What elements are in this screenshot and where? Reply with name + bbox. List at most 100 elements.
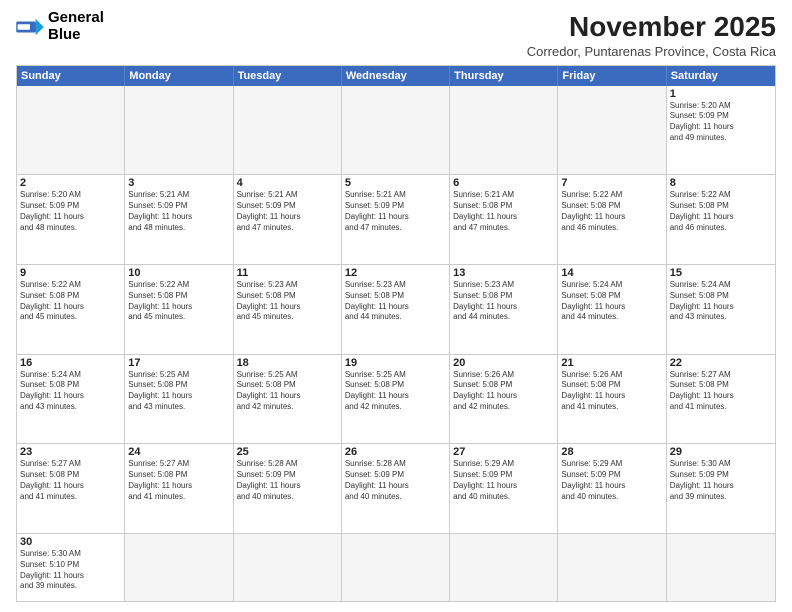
day-number: 2: [20, 177, 121, 189]
calendar-cell: 25Sunrise: 5:28 AM Sunset: 5:09 PM Dayli…: [234, 444, 342, 533]
calendar-cell: 27Sunrise: 5:29 AM Sunset: 5:09 PM Dayli…: [450, 444, 558, 533]
calendar: Sunday Monday Tuesday Wednesday Thursday…: [16, 65, 776, 602]
calendar-week-2: 2Sunrise: 5:20 AM Sunset: 5:09 PM Daylig…: [17, 174, 775, 264]
calendar-cell-empty: [125, 534, 233, 601]
day-info: Sunrise: 5:23 AM Sunset: 5:08 PM Dayligh…: [453, 280, 554, 323]
calendar-cell: 9Sunrise: 5:22 AM Sunset: 5:08 PM Daylig…: [17, 265, 125, 354]
header-monday: Monday: [125, 66, 233, 86]
day-info: Sunrise: 5:24 AM Sunset: 5:08 PM Dayligh…: [561, 280, 662, 323]
day-number: 10: [128, 267, 229, 279]
day-info: Sunrise: 5:29 AM Sunset: 5:09 PM Dayligh…: [453, 459, 554, 502]
day-info: Sunrise: 5:23 AM Sunset: 5:08 PM Dayligh…: [237, 280, 338, 323]
day-number: 26: [345, 446, 446, 458]
day-number: 1: [670, 88, 772, 100]
calendar-cell: 6Sunrise: 5:21 AM Sunset: 5:08 PM Daylig…: [450, 175, 558, 264]
calendar-cell-30: 30Sunrise: 5:30 AM Sunset: 5:10 PM Dayli…: [17, 534, 125, 601]
calendar-cell: 7Sunrise: 5:22 AM Sunset: 5:08 PM Daylig…: [558, 175, 666, 264]
header-tuesday: Tuesday: [234, 66, 342, 86]
header: General Blue November 2025 Corredor, Pun…: [16, 10, 776, 59]
day-info: Sunrise: 5:22 AM Sunset: 5:08 PM Dayligh…: [20, 280, 121, 323]
calendar-cell-empty: [667, 534, 775, 601]
day-info: Sunrise: 5:22 AM Sunset: 5:08 PM Dayligh…: [561, 190, 662, 233]
calendar-week-5: 23Sunrise: 5:27 AM Sunset: 5:08 PM Dayli…: [17, 443, 775, 533]
day-info: Sunrise: 5:20 AM Sunset: 5:09 PM Dayligh…: [20, 190, 121, 233]
logo-blue: Blue: [48, 26, 81, 43]
day-number: 28: [561, 446, 662, 458]
calendar-cell: 3Sunrise: 5:21 AM Sunset: 5:09 PM Daylig…: [125, 175, 233, 264]
day-number: 21: [561, 357, 662, 369]
day-number: 27: [453, 446, 554, 458]
day-info: Sunrise: 5:21 AM Sunset: 5:09 PM Dayligh…: [128, 190, 229, 233]
day-number: 11: [237, 267, 338, 279]
day-info: Sunrise: 5:27 AM Sunset: 5:08 PM Dayligh…: [20, 459, 121, 502]
calendar-body: 1Sunrise: 5:20 AM Sunset: 5:09 PM Daylig…: [17, 86, 775, 601]
day-info: Sunrise: 5:25 AM Sunset: 5:08 PM Dayligh…: [128, 370, 229, 413]
day-number: 20: [453, 357, 554, 369]
day-info: Sunrise: 5:28 AM Sunset: 5:09 PM Dayligh…: [345, 459, 446, 502]
logo-general: General: [48, 9, 104, 26]
day-info: Sunrise: 5:26 AM Sunset: 5:08 PM Dayligh…: [453, 370, 554, 413]
calendar-cell: 8Sunrise: 5:22 AM Sunset: 5:08 PM Daylig…: [667, 175, 775, 264]
calendar-week-6: 30Sunrise: 5:30 AM Sunset: 5:10 PM Dayli…: [17, 533, 775, 601]
day-info: Sunrise: 5:20 AM Sunset: 5:09 PM Dayligh…: [670, 101, 772, 144]
calendar-cell: 19Sunrise: 5:25 AM Sunset: 5:08 PM Dayli…: [342, 355, 450, 444]
location-subtitle: Corredor, Puntarenas Province, Costa Ric…: [527, 44, 776, 59]
day-number: 16: [20, 357, 121, 369]
calendar-week-1: 1Sunrise: 5:20 AM Sunset: 5:09 PM Daylig…: [17, 86, 775, 175]
day-info: Sunrise: 5:22 AM Sunset: 5:08 PM Dayligh…: [128, 280, 229, 323]
logo: General Blue: [16, 10, 104, 43]
day-info: Sunrise: 5:29 AM Sunset: 5:09 PM Dayligh…: [561, 459, 662, 502]
calendar-cell: 17Sunrise: 5:25 AM Sunset: 5:08 PM Dayli…: [125, 355, 233, 444]
day-info: Sunrise: 5:28 AM Sunset: 5:09 PM Dayligh…: [237, 459, 338, 502]
day-number: 25: [237, 446, 338, 458]
day-number: 19: [345, 357, 446, 369]
calendar-cell-empty: [558, 534, 666, 601]
day-info: Sunrise: 5:25 AM Sunset: 5:08 PM Dayligh…: [237, 370, 338, 413]
month-title: November 2025: [527, 10, 776, 44]
calendar-cell: [450, 86, 558, 175]
day-number: 29: [670, 446, 772, 458]
calendar-cell: 18Sunrise: 5:25 AM Sunset: 5:08 PM Dayli…: [234, 355, 342, 444]
day-info: Sunrise: 5:23 AM Sunset: 5:08 PM Dayligh…: [345, 280, 446, 323]
day-number: 22: [670, 357, 772, 369]
calendar-cell: 12Sunrise: 5:23 AM Sunset: 5:08 PM Dayli…: [342, 265, 450, 354]
day-info: Sunrise: 5:21 AM Sunset: 5:08 PM Dayligh…: [453, 190, 554, 233]
calendar-cell: [125, 86, 233, 175]
calendar-cell: [234, 86, 342, 175]
calendar-cell: 14Sunrise: 5:24 AM Sunset: 5:08 PM Dayli…: [558, 265, 666, 354]
calendar-cell: 20Sunrise: 5:26 AM Sunset: 5:08 PM Dayli…: [450, 355, 558, 444]
day-number: 6: [453, 177, 554, 189]
day-info: Sunrise: 5:27 AM Sunset: 5:08 PM Dayligh…: [670, 370, 772, 413]
day-number: 8: [670, 177, 772, 189]
calendar-cell-empty: [450, 534, 558, 601]
calendar-cell: 22Sunrise: 5:27 AM Sunset: 5:08 PM Dayli…: [667, 355, 775, 444]
day-info: Sunrise: 5:21 AM Sunset: 5:09 PM Dayligh…: [345, 190, 446, 233]
day-number: 23: [20, 446, 121, 458]
day-info: Sunrise: 5:30 AM Sunset: 5:10 PM Dayligh…: [20, 549, 121, 592]
day-info: Sunrise: 5:27 AM Sunset: 5:08 PM Dayligh…: [128, 459, 229, 502]
calendar-cell: 29Sunrise: 5:30 AM Sunset: 5:09 PM Dayli…: [667, 444, 775, 533]
day-number: 3: [128, 177, 229, 189]
title-block: November 2025 Corredor, Puntarenas Provi…: [527, 10, 776, 59]
calendar-cell: 10Sunrise: 5:22 AM Sunset: 5:08 PM Dayli…: [125, 265, 233, 354]
day-info: Sunrise: 5:22 AM Sunset: 5:08 PM Dayligh…: [670, 190, 772, 233]
day-number: 18: [237, 357, 338, 369]
day-number: 9: [20, 267, 121, 279]
calendar-cell: 2Sunrise: 5:20 AM Sunset: 5:09 PM Daylig…: [17, 175, 125, 264]
calendar-cell-empty: [342, 534, 450, 601]
calendar-header: Sunday Monday Tuesday Wednesday Thursday…: [17, 66, 775, 86]
day-number: 4: [237, 177, 338, 189]
day-number: 12: [345, 267, 446, 279]
calendar-cell-empty: [234, 534, 342, 601]
day-info: Sunrise: 5:24 AM Sunset: 5:08 PM Dayligh…: [670, 280, 772, 323]
calendar-cell: 11Sunrise: 5:23 AM Sunset: 5:08 PM Dayli…: [234, 265, 342, 354]
day-info: Sunrise: 5:24 AM Sunset: 5:08 PM Dayligh…: [20, 370, 121, 413]
general-blue-logo-icon: [16, 16, 44, 38]
header-friday: Friday: [558, 66, 666, 86]
day-number: 5: [345, 177, 446, 189]
calendar-week-4: 16Sunrise: 5:24 AM Sunset: 5:08 PM Dayli…: [17, 354, 775, 444]
day-info: Sunrise: 5:25 AM Sunset: 5:08 PM Dayligh…: [345, 370, 446, 413]
calendar-cell: [342, 86, 450, 175]
calendar-cell: 21Sunrise: 5:26 AM Sunset: 5:08 PM Dayli…: [558, 355, 666, 444]
calendar-cell: [17, 86, 125, 175]
